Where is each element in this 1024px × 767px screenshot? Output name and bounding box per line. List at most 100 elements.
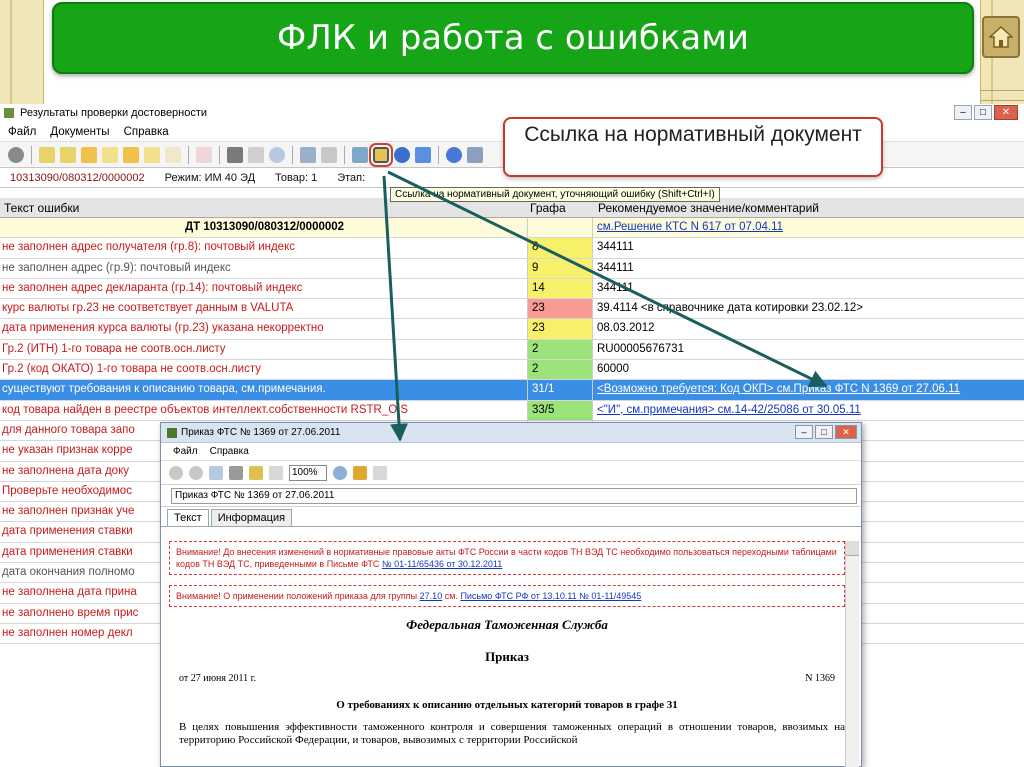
order-window: Приказ ФТС № 1369 от 27.06.2011 – □ ✕ Фа… bbox=[160, 422, 862, 767]
back-icon[interactable] bbox=[169, 465, 183, 480]
order-toolbar: 100% bbox=[161, 461, 861, 485]
order-content: Внимание! До внесения изменений в нормат… bbox=[169, 541, 845, 766]
error-row[interactable]: не заполнен адрес (гр.9): почтовый индек… bbox=[0, 258, 1024, 279]
run-icon[interactable] bbox=[352, 146, 368, 163]
error-row[interactable]: курс валюты гр.23 не соответствует данны… bbox=[0, 299, 1024, 320]
error-row[interactable]: Гр.2 (код ОКАТО) 1-го товара не соотв.ос… bbox=[0, 360, 1024, 381]
callout-normative-link: Ссылка на нормативный документ bbox=[503, 117, 883, 177]
address-field[interactable]: Приказ ФТС № 1369 от 27.06.2011 bbox=[171, 487, 857, 504]
clock-icon[interactable] bbox=[394, 146, 410, 163]
error-comment: 39.4114 <в справочнике дата котировки 23… bbox=[597, 302, 863, 315]
find-icon[interactable] bbox=[209, 465, 223, 480]
doc-organization: Федеральная Таможенная Служба bbox=[406, 617, 608, 632]
doc-icon[interactable] bbox=[144, 146, 160, 163]
error-row[interactable]: существуют требования к описанию товара,… bbox=[0, 380, 1024, 401]
error-field: 23 bbox=[527, 299, 593, 319]
close-button[interactable]: ✕ bbox=[994, 105, 1018, 120]
forward-icon[interactable] bbox=[189, 465, 203, 480]
error-field: 8 bbox=[527, 238, 593, 258]
warning-2-link-letter[interactable]: Письмо ФТС РФ от 13.10.11 № 01-11/49545 bbox=[460, 591, 641, 601]
col-error-text[interactable]: Текст ошибки bbox=[4, 201, 79, 215]
page-icon[interactable] bbox=[123, 146, 139, 163]
error-comment: см.Решение КТС N 617 от 07.04.11 bbox=[597, 221, 783, 233]
print-preview-icon[interactable] bbox=[229, 465, 243, 480]
document-copy-icon[interactable] bbox=[60, 146, 76, 163]
print-icon[interactable] bbox=[227, 146, 243, 163]
error-field bbox=[527, 218, 593, 238]
error-comment: 60000 bbox=[597, 363, 629, 376]
error-text: не заполнен адрес (гр.9): почтовый индек… bbox=[2, 261, 231, 274]
order-tabs: Текст Информация bbox=[161, 507, 861, 527]
error-comment: 344111 bbox=[597, 261, 634, 274]
doc-paragraph: В целях повышения эффективности таможенн… bbox=[179, 721, 845, 746]
brush-icon[interactable] bbox=[248, 146, 264, 163]
col-field[interactable]: Графа bbox=[530, 201, 566, 215]
order-maximize-button[interactable]: □ bbox=[815, 425, 833, 439]
menu-documents[interactable]: Документы bbox=[50, 126, 109, 138]
normative-link[interactable]: <"И", см.примечания> см.14-42/25086 от 3… bbox=[597, 404, 861, 416]
tree-icon[interactable] bbox=[300, 146, 316, 163]
warning-2-link-group[interactable]: 27.10 bbox=[420, 591, 443, 601]
error-field: 31/1 bbox=[527, 380, 593, 400]
info-icon[interactable] bbox=[467, 146, 483, 163]
mode-label: Режим: ИМ 40 ЭД bbox=[164, 171, 256, 184]
tab-info[interactable]: Информация bbox=[210, 509, 293, 526]
settings-icon[interactable] bbox=[8, 146, 24, 163]
error-comment: <Возможно требуется: Код ОКП> см.Приказ … bbox=[597, 383, 960, 395]
doc-number: 10313090/080312/0000002 bbox=[10, 171, 145, 184]
error-row[interactable]: не заполнен адрес получателя (гр.8): поч… bbox=[0, 238, 1024, 259]
error-comment: 08.03.2012 bbox=[597, 322, 655, 335]
minimize-button[interactable]: – bbox=[954, 105, 972, 120]
warning-1-link[interactable]: № 01-11/65436 от 30.12.2011 bbox=[382, 559, 502, 569]
warning-box-1: Внимание! До внесения изменений в нормат… bbox=[169, 541, 845, 575]
order-close-button[interactable]: ✕ bbox=[835, 425, 857, 439]
order-menu-help[interactable]: Справка bbox=[210, 446, 249, 457]
order-menu-file[interactable]: Файл bbox=[173, 446, 198, 457]
error-field: 2 bbox=[527, 339, 593, 360]
error-row[interactable]: Гр.2 (ИТН) 1-го товара не соотв.осн.лист… bbox=[0, 339, 1024, 361]
error-row[interactable]: ДТ 10313090/080312/0000002 см.Решение КТС… bbox=[0, 218, 1024, 239]
menu-file[interactable]: Файл bbox=[8, 126, 36, 138]
zoom-icon[interactable] bbox=[333, 465, 347, 480]
doc-type: Приказ bbox=[485, 649, 529, 664]
col-comment[interactable]: Рекомендуемое значение/комментарий bbox=[598, 201, 819, 215]
normative-link[interactable]: <Возможно требуется: Код ОКП> см.Приказ … bbox=[597, 383, 960, 395]
callout-text: Ссылка на нормативный документ bbox=[524, 123, 862, 146]
check-icon[interactable] bbox=[196, 146, 212, 163]
error-row[interactable]: дата применения курса валюты (гр.23) ука… bbox=[0, 319, 1024, 340]
warning-box-2: Внимание! О применении положений приказа… bbox=[169, 585, 845, 607]
bookmark-icon[interactable] bbox=[249, 465, 263, 480]
error-text: код товара найден в реестре объектов инт… bbox=[2, 403, 409, 416]
window-title: Результаты проверки достоверности bbox=[20, 107, 208, 119]
zoom-select[interactable]: 100% bbox=[289, 464, 327, 481]
page-nav-icon[interactable] bbox=[269, 465, 283, 480]
slide-title-bar: ФЛК и работа с ошибками bbox=[52, 2, 974, 74]
list-icon[interactable] bbox=[102, 146, 118, 163]
error-row[interactable]: код товара найден в реестре объектов инт… bbox=[0, 400, 1024, 421]
search-icon[interactable] bbox=[269, 146, 285, 163]
menu-help[interactable]: Справка bbox=[124, 126, 169, 138]
order-minimize-button[interactable]: – bbox=[795, 425, 813, 439]
error-field: 14 bbox=[527, 278, 593, 299]
help-icon[interactable] bbox=[446, 146, 462, 163]
normative-link[interactable]: см.Решение КТС N 617 от 07.04.11 bbox=[597, 221, 783, 233]
home-button[interactable] bbox=[982, 16, 1020, 58]
slide-title: ФЛК и работа с ошибками bbox=[277, 18, 749, 58]
error-field: 23 bbox=[527, 319, 593, 339]
order-menu-bar: Файл Справка bbox=[161, 443, 861, 461]
document-icon[interactable] bbox=[39, 146, 55, 163]
filter-icon[interactable] bbox=[321, 146, 337, 163]
highlight-icon[interactable] bbox=[353, 465, 367, 480]
normative-doc-link-icon[interactable] bbox=[369, 142, 393, 167]
error-row[interactable]: не заполнен адрес декларанта (гр.14): по… bbox=[0, 278, 1024, 300]
home-icon bbox=[989, 26, 1013, 48]
folder-icon[interactable] bbox=[81, 146, 97, 163]
copy-icon[interactable] bbox=[373, 465, 387, 480]
maximize-button[interactable]: □ bbox=[974, 105, 992, 120]
tab-text[interactable]: Текст bbox=[167, 509, 209, 526]
error-field: 33/5 bbox=[527, 400, 593, 420]
doc-subject: О требованиях к описанию отдельных катег… bbox=[336, 699, 678, 711]
order-scrollbar[interactable] bbox=[845, 541, 859, 767]
navigate-icon[interactable] bbox=[415, 146, 431, 163]
note-icon[interactable] bbox=[165, 146, 181, 163]
